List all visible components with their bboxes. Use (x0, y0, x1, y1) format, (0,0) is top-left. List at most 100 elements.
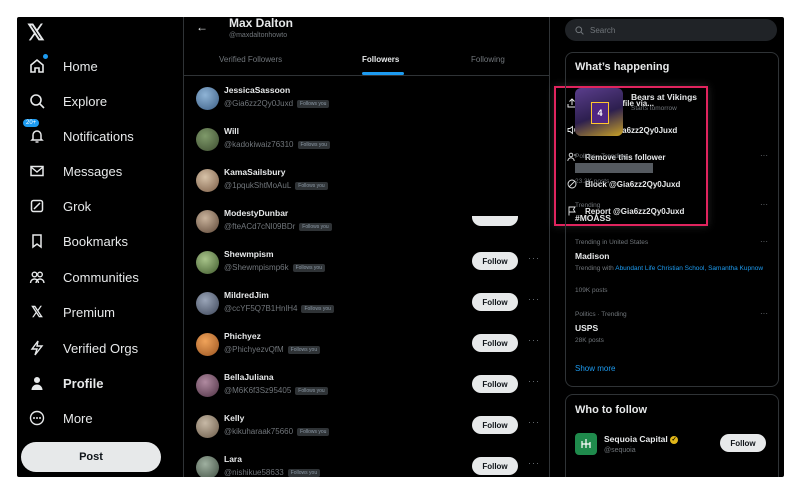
follow-button[interactable]: Follow (472, 375, 518, 393)
avatar[interactable] (196, 128, 219, 151)
avatar[interactable] (196, 415, 219, 438)
follower-row[interactable]: KamaSailsbury @1pqukShtMoAuL Follows you (184, 167, 549, 207)
follow-button[interactable]: Follow (472, 457, 518, 475)
sidebar-item-label: Bookmarks (63, 233, 129, 249)
follower-row[interactable]: BellaJuliana @M6K6f3Sz95405 Follows you F… (184, 372, 549, 412)
trend-title-redacted[interactable] (575, 163, 653, 173)
avatar[interactable] (196, 169, 219, 192)
avatar[interactable] (196, 456, 219, 477)
sidebar-item-verified-orgs[interactable]: Verified Orgs (27, 333, 138, 363)
handle-text: @nishikue58633 (224, 468, 284, 477)
sidebar-item-bookmarks[interactable]: Bookmarks (27, 226, 128, 256)
follower-row[interactable]: ModestyDunbar @fteACd7cNl09BDr Follows yo… (184, 208, 549, 248)
follower-handle: @nishikue58633 Follows you (224, 468, 321, 477)
sidebar-item-profile[interactable]: Profile (27, 368, 103, 398)
avatar[interactable] (196, 292, 219, 315)
handle-text: @ccYF5Q7B1HnlH4 (224, 304, 298, 313)
more-options-icon[interactable]: ··· (528, 376, 540, 386)
people-icon (27, 267, 47, 287)
follower-name[interactable]: JessicaSassoon (224, 85, 290, 95)
follower-name[interactable]: Lara (224, 454, 242, 464)
more-options-icon[interactable]: ··· (528, 335, 540, 345)
trend-meta: Politics · Trending (575, 311, 627, 318)
follower-name[interactable]: KamaSailsbury (224, 167, 285, 177)
follower-name[interactable]: Phichyez (224, 331, 261, 341)
handle-text: @M6K6f3Sz95405 (224, 386, 292, 395)
follow-button[interactable]: Follow (472, 252, 518, 270)
trend-count: 109K posts (575, 287, 608, 294)
handle-text: @PhichyezvQfM (224, 345, 284, 354)
follow-button-partial[interactable] (472, 216, 518, 226)
sidebar-item-home[interactable]: Home (27, 51, 98, 81)
trending-with: Trending with Abundant Life Christian Sc… (575, 264, 770, 273)
trend-more-icon[interactable]: ··· (760, 237, 768, 246)
follower-row[interactable]: Will @kadokiwaiz76310 Follows you (184, 126, 549, 166)
more-options-icon[interactable]: ··· (528, 294, 540, 304)
follow-button[interactable]: Follow (472, 334, 518, 352)
trending-with-link[interactable]: Abundant Life Christian School, Samantha… (615, 265, 763, 272)
follow-button[interactable]: Follow (472, 293, 518, 311)
search-bar[interactable]: Search (565, 19, 777, 41)
sidebar-item-communities[interactable]: Communities (27, 262, 139, 292)
follow-button[interactable]: Follow (720, 434, 766, 452)
sidebar-item-explore[interactable]: Explore (27, 86, 107, 116)
follower-row[interactable]: MildredJim @ccYF5Q7B1HnlH4 Follows you Fo… (184, 290, 549, 330)
follower-handle: @PhichyezvQfM Follows you (224, 345, 321, 354)
back-arrow-icon[interactable]: ← (196, 20, 208, 34)
search-input[interactable]: Search (590, 26, 615, 35)
follower-name[interactable]: MildredJim (224, 290, 269, 300)
trend-title[interactable]: #MOASS (575, 213, 611, 223)
follower-name[interactable]: Will (224, 126, 239, 136)
follower-name[interactable]: ModestyDunbar (224, 208, 288, 218)
trend-title[interactable]: Madison (575, 251, 609, 261)
follows-you-badge: Follows you (297, 99, 330, 108)
follows-you-badge: Follows you (297, 140, 330, 149)
show-more-link[interactable]: Show more (575, 364, 615, 373)
avatar[interactable] (196, 333, 219, 356)
follower-row[interactable]: Lara @nishikue58633 Follows you Follow ··… (184, 454, 549, 477)
follower-row[interactable]: Phichyez @PhichyezvQfM Follows you Follow… (184, 331, 549, 371)
follows-you-badge: Follows you (301, 304, 334, 313)
follower-handle: @kikuharaak75660 Follows you (224, 427, 330, 436)
sidebar-item-notifications[interactable]: 20+ Notifications (23, 119, 134, 151)
follower-name[interactable]: BellaJuliana (224, 372, 274, 382)
more-options-icon[interactable]: ··· (528, 458, 540, 468)
trending-with-prefix: Trending with (575, 265, 614, 272)
follower-name[interactable]: Shewmpism (224, 249, 274, 259)
avatar[interactable] (196, 87, 219, 110)
trend-more-icon[interactable]: ··· (760, 200, 768, 209)
home-icon (27, 54, 48, 76)
tab-verified-followers[interactable]: Verified Followers (219, 55, 282, 64)
sidebar-item-label: Messages (63, 163, 123, 179)
follower-row[interactable]: Shewmpism @Shewmpismp6k Follows you Follo… (184, 249, 549, 289)
follower-row[interactable]: Kelly @kikuharaak75660 Follows you Follow… (184, 413, 549, 453)
avatar[interactable] (196, 251, 219, 274)
account-name: Sequoia Capital ✓ (604, 434, 679, 444)
trend-title[interactable]: USPS (575, 323, 598, 333)
event-card[interactable]: 4 Bears at Vikings Starts tomorrow (575, 88, 775, 138)
post-button[interactable]: Post (21, 442, 161, 472)
follows-you-badge: Follows you (292, 263, 325, 272)
follower-row[interactable]: JessicaSassoon @Gia6zz2Qy0Juxd Follows yo… (184, 85, 549, 125)
tab-following[interactable]: Following (471, 55, 505, 64)
suggested-account[interactable]: Sequoia Capital ✓ @sequoia Follow (575, 431, 775, 461)
trend-more-icon[interactable]: ··· (760, 309, 768, 318)
more-options-icon[interactable]: ··· (528, 417, 540, 427)
more-options-icon[interactable]: ··· (528, 253, 540, 263)
follows-you-badge: Follows you (297, 427, 330, 436)
x-logo-icon[interactable]: 𝕏 (27, 20, 45, 46)
jersey-number: 4 (591, 102, 609, 124)
sidebar-item-messages[interactable]: Messages (27, 156, 122, 186)
sidebar-item-premium[interactable]: 𝕏 Premium (27, 297, 115, 327)
follower-name[interactable]: Kelly (224, 413, 244, 423)
sidebar-item-more[interactable]: More (27, 403, 93, 433)
tab-followers[interactable]: Followers (362, 55, 399, 64)
sidebar-item-grok[interactable]: Grok (27, 191, 91, 221)
main-column: ← Max Dalton @maxdaltonhowto Verified Fo… (183, 17, 708, 477)
profile-header: ← Max Dalton @maxdaltonhowto (184, 17, 549, 47)
avatar[interactable] (196, 210, 219, 233)
active-tab-indicator (362, 72, 404, 75)
trend-more-icon[interactable]: ··· (760, 151, 768, 160)
avatar[interactable] (196, 374, 219, 397)
follow-button[interactable]: Follow (472, 416, 518, 434)
